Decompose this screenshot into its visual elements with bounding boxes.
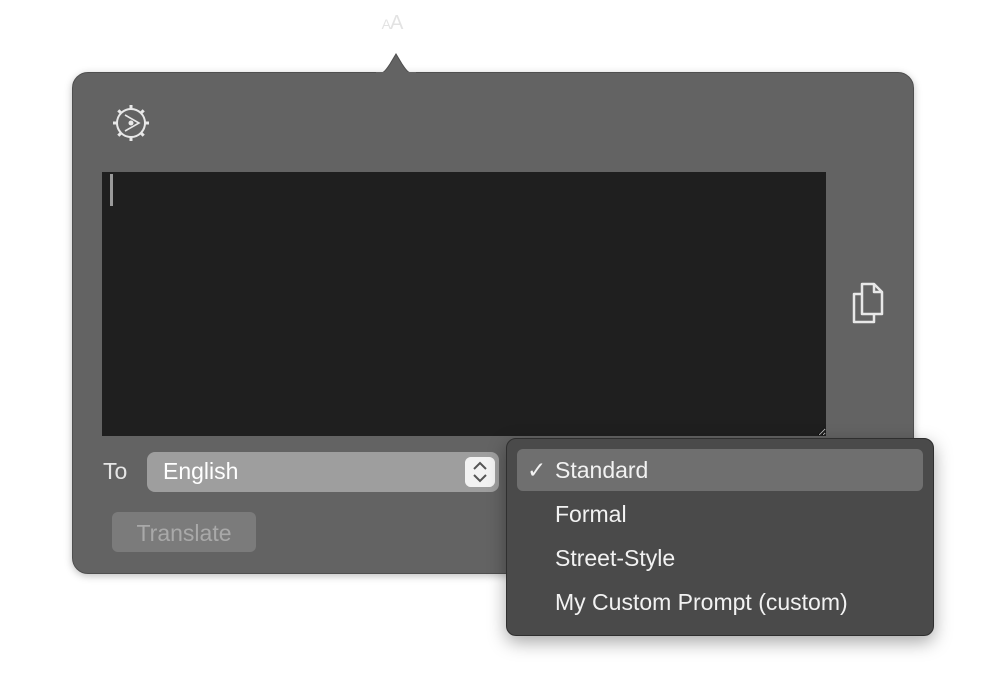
checkmark-icon: ✓ [527,457,547,483]
text-caret [110,174,113,206]
menu-item-formal[interactable]: Formal [517,493,923,535]
menu-item-standard[interactable]: ✓ Standard [517,449,923,491]
copy-icon[interactable] [846,278,890,328]
menu-item-street-style[interactable]: Street-Style [517,537,923,579]
popover-arrow [376,53,416,74]
source-text-input[interactable] [102,172,826,436]
text-size-large-glyph: A [390,12,403,34]
text-size-icon[interactable]: AA [372,12,412,38]
chevron-up-down-icon [465,457,495,487]
style-dropdown-menu: ✓ Standard Formal Street-Style My Custom… [506,438,934,636]
menu-item-custom-prompt[interactable]: My Custom Prompt (custom) [517,581,923,623]
menu-item-label: Street-Style [555,545,676,571]
menu-item-label: Standard [555,457,649,483]
gear-icon[interactable] [110,102,152,144]
language-select[interactable]: English [147,452,499,492]
text-size-small-glyph: A [381,16,391,32]
language-select-value: English [163,458,239,484]
menu-item-label: My Custom Prompt (custom) [555,589,848,615]
target-language-label: To [103,458,128,484]
menu-item-label: Formal [555,501,627,527]
translate-button[interactable]: Translate [112,512,256,552]
